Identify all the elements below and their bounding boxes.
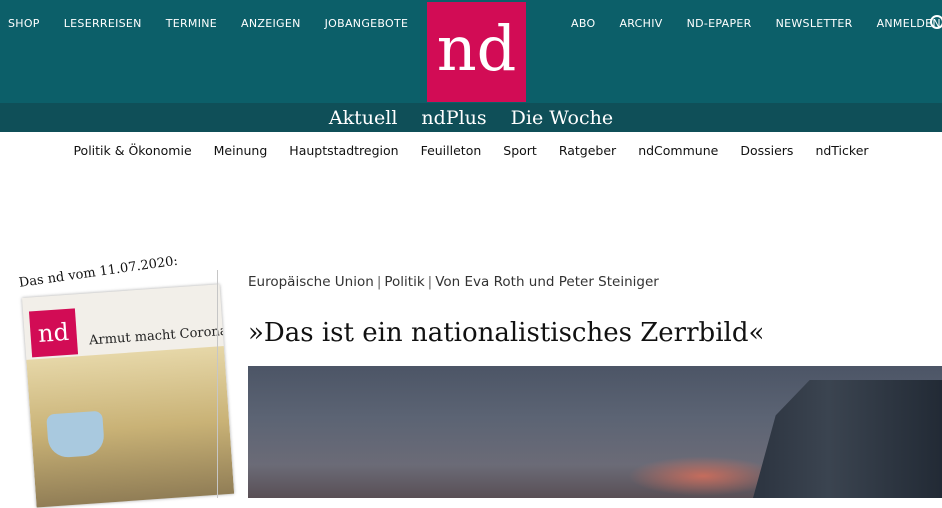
tower-building (753, 380, 942, 498)
cover-photo-figure (46, 410, 106, 459)
meta-separator: | (427, 274, 433, 290)
site-header: SHOP LESERREISEN TERMINE ANZEIGEN JOBANG… (0, 0, 942, 103)
nav-link-shop[interactable]: SHOP (8, 17, 40, 30)
meta-separator: | (376, 274, 382, 290)
nav-link-leserreisen[interactable]: LESERREISEN (64, 17, 142, 30)
search-icon[interactable] (930, 15, 942, 29)
category-sport[interactable]: Sport (503, 143, 537, 158)
nav-link-newsletter[interactable]: NEWSLETTER (776, 17, 853, 30)
section-tab-ndplus[interactable]: ndPlus (421, 107, 486, 129)
newspaper-cover[interactable]: nd Armut macht Corona (22, 284, 235, 508)
section-tab-die-woche[interactable]: Die Woche (511, 107, 613, 129)
nav-link-abo[interactable]: ABO (571, 17, 595, 30)
logo-text: nd (436, 12, 517, 85)
article-title[interactable]: »Das ist ein nationalistisches Zerrbild« (248, 318, 764, 348)
category-ndticker[interactable]: ndTicker (815, 143, 868, 158)
article-category[interactable]: Europäische Union (248, 274, 374, 290)
category-politik-oekonomie[interactable]: Politik & Ökonomie (73, 143, 191, 158)
column-divider (217, 270, 218, 498)
section-bar: Aktuell ndPlus Die Woche (0, 103, 942, 132)
utility-nav-left: SHOP LESERREISEN TERMINE ANZEIGEN JOBANG… (8, 17, 432, 30)
nav-link-jobangebote[interactable]: JOBANGEBOTE (325, 17, 409, 30)
category-dossiers[interactable]: Dossiers (740, 143, 793, 158)
nav-link-anzeigen[interactable]: ANZEIGEN (241, 17, 301, 30)
nav-link-nd-epaper[interactable]: ND-EPAPER (687, 17, 752, 30)
category-hauptstadtregion[interactable]: Hauptstadtregion (289, 143, 398, 158)
nav-link-termine[interactable]: TERMINE (166, 17, 217, 30)
utility-nav-right: ABO ARCHIV ND-EPAPER NEWSLETTER ANMELDEN (571, 17, 942, 30)
article-section[interactable]: Politik (384, 274, 424, 290)
category-ndcommune[interactable]: ndCommune (638, 143, 718, 158)
cover-headline: Armut macht Corona (88, 323, 229, 349)
cover-logo: nd (28, 308, 79, 358)
category-feuilleton[interactable]: Feuilleton (421, 143, 482, 158)
category-meinung[interactable]: Meinung (214, 143, 268, 158)
promo-label: Das nd vom 11.07.2020: (18, 253, 179, 291)
edition-promo[interactable]: Das nd vom 11.07.2020: nd Armut macht Co… (8, 254, 235, 508)
article-hero-image (248, 366, 942, 498)
article-authors: Von Eva Roth und Peter Steiniger (435, 274, 659, 290)
category-nav: Politik & Ökonomie Meinung Hauptstadtreg… (0, 143, 942, 158)
category-ratgeber[interactable]: Ratgeber (559, 143, 616, 158)
nav-link-archiv[interactable]: ARCHIV (619, 17, 662, 30)
site-logo[interactable]: nd (427, 2, 526, 102)
article-meta: Europäische Union | Politik | Von Eva Roth u… (248, 274, 659, 290)
section-tab-aktuell[interactable]: Aktuell (329, 107, 398, 129)
